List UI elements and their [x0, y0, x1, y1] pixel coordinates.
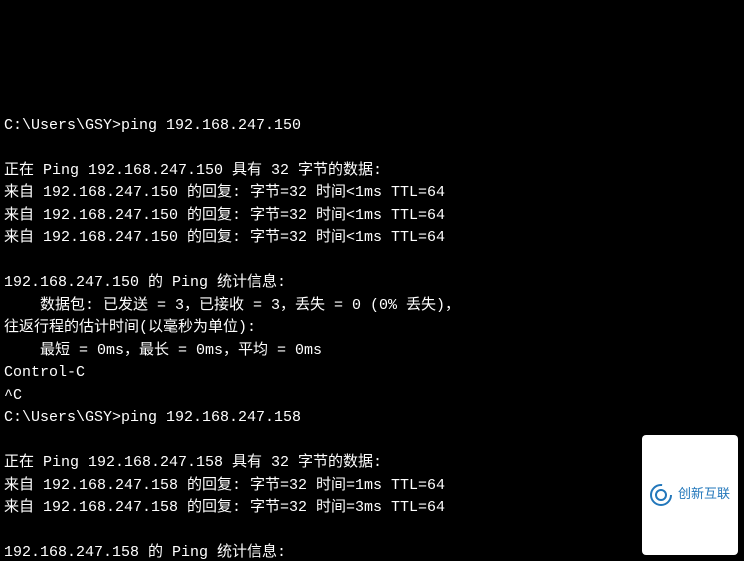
prompt: C:\Users\GSY> — [4, 117, 121, 134]
prompt-line: C:\Users\GSY>ping 192.168.247.158 — [4, 409, 301, 426]
ping-reply: 来自 192.168.247.150 的回复: 字节=32 时间<1ms TTL… — [4, 184, 445, 201]
ping-rtt-values: 最短 = 0ms，最长 = 0ms，平均 = 0ms — [4, 342, 322, 359]
ping-stats-header: 192.168.247.150 的 Ping 统计信息: — [4, 274, 286, 291]
interrupt-label: Control-C — [4, 364, 85, 381]
prompt-line: C:\Users\GSY>ping 192.168.247.150 — [4, 117, 301, 134]
command-text: ping 192.168.247.158 — [121, 409, 301, 426]
watermark-logo-icon — [650, 439, 672, 551]
ping-reply: 来自 192.168.247.158 的回复: 字节=32 时间=3ms TTL… — [4, 499, 445, 516]
terminal-output[interactable]: C:\Users\GSY>ping 192.168.247.150 正在 Pin… — [0, 113, 744, 561]
ping-header: 正在 Ping 192.168.247.150 具有 32 字节的数据: — [4, 162, 382, 179]
ping-reply: 来自 192.168.247.150 的回复: 字节=32 时间<1ms TTL… — [4, 207, 445, 224]
ping-header: 正在 Ping 192.168.247.158 具有 32 字节的数据: — [4, 454, 382, 471]
ping-rtt-label: 往返行程的估计时间(以毫秒为单位): — [4, 319, 256, 336]
prompt: C:\Users\GSY> — [4, 409, 121, 426]
watermark-text: 创新互联 — [678, 483, 730, 506]
ping-stats-header: 192.168.247.158 的 Ping 统计信息: — [4, 544, 286, 561]
ping-stats-packets: 数据包: 已发送 = 3，已接收 = 3，丢失 = 0 (0% 丢失)， — [4, 297, 460, 314]
ping-reply: 来自 192.168.247.150 的回复: 字节=32 时间<1ms TTL… — [4, 229, 445, 246]
ctrl-c: ^C — [4, 387, 22, 404]
watermark-badge: 创新互联 — [642, 435, 738, 555]
command-text: ping 192.168.247.150 — [121, 117, 301, 134]
ping-reply: 来自 192.168.247.158 的回复: 字节=32 时间=1ms TTL… — [4, 477, 445, 494]
